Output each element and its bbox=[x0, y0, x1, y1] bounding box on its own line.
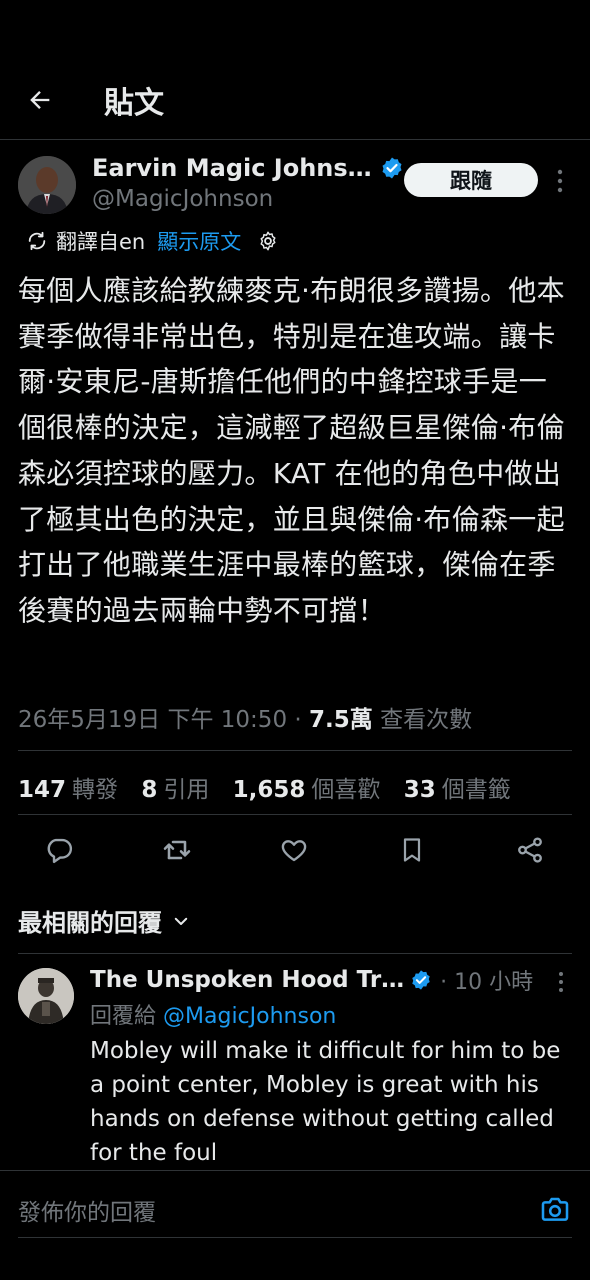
author-handle[interactable]: @MagicJohnson bbox=[92, 186, 273, 212]
top-bar: 貼文 bbox=[0, 60, 590, 140]
like-icon[interactable] bbox=[276, 832, 312, 868]
reply-author-name[interactable]: The Unspoken Hood Tr… bbox=[90, 967, 404, 993]
reply-to-prefix: 回覆給 bbox=[90, 1004, 157, 1029]
replies-sort-dropdown[interactable]: 最相關的回覆 bbox=[18, 903, 190, 938]
reply-composer: 發佈你的回覆 bbox=[0, 1170, 590, 1280]
follow-button[interactable]: 跟隨 bbox=[404, 163, 538, 197]
divider bbox=[18, 1237, 572, 1238]
replies-sort-label: 最相關的回覆 bbox=[18, 909, 162, 937]
repost-icon[interactable] bbox=[159, 832, 195, 868]
action-bar bbox=[0, 832, 590, 872]
translate-icon bbox=[28, 231, 46, 251]
reply-to-mention[interactable]: @MagicJohnson bbox=[163, 1004, 336, 1029]
views-count: 7.5萬 bbox=[309, 707, 373, 733]
divider bbox=[18, 750, 572, 751]
bookmarks-stat[interactable]: 33 個書籤 bbox=[404, 777, 511, 803]
translated-from-label: 翻譯自en bbox=[56, 230, 146, 254]
back-arrow-icon[interactable] bbox=[22, 82, 58, 118]
more-options-icon[interactable] bbox=[556, 968, 566, 996]
author-name-line: Earvin Magic Johns… bbox=[92, 154, 404, 182]
reply-time: · 10 小時 bbox=[440, 970, 534, 995]
likes-stat[interactable]: 1,658 個喜歡 bbox=[233, 777, 381, 803]
page-title: 貼文 bbox=[104, 86, 164, 121]
camera-icon[interactable] bbox=[538, 1193, 572, 1225]
share-icon[interactable] bbox=[512, 832, 548, 868]
avatar[interactable] bbox=[18, 156, 76, 214]
translation-bar: 翻譯自en 顯示原文 bbox=[26, 226, 279, 256]
tweet-timestamp[interactable]: 26年5月19日 下午 10:50 bbox=[18, 707, 287, 733]
bookmark-icon[interactable] bbox=[394, 832, 430, 868]
reposts-stat[interactable]: 147 轉發 bbox=[18, 777, 118, 803]
reply-input[interactable]: 發佈你的回覆 bbox=[18, 1193, 156, 1227]
gear-icon[interactable] bbox=[257, 230, 279, 252]
tweet-author: Earvin Magic Johns… @MagicJohnson 跟隨 bbox=[18, 152, 578, 222]
chevron-down-icon bbox=[174, 917, 188, 925]
author-name[interactable]: Earvin Magic Johns… bbox=[92, 154, 372, 182]
meta-separator: · bbox=[287, 707, 310, 733]
verified-badge-icon bbox=[412, 970, 430, 990]
tweet-text: 每個人應該給教練麥克·布朗很多讚揚。他本賽季做得非常出色，特別是在進攻端。讓卡爾… bbox=[18, 274, 565, 627]
reply-icon[interactable] bbox=[41, 832, 77, 868]
engagement-stats: 147 轉發 8 引用 1,658 個喜歡 33 個書籤 bbox=[18, 770, 527, 804]
more-options-icon[interactable] bbox=[554, 166, 566, 196]
verified-badge-icon bbox=[382, 157, 402, 179]
reply-to-line: 回覆給 @MagicJohnson bbox=[90, 998, 336, 1030]
divider bbox=[18, 953, 572, 954]
reply-item[interactable]: The Unspoken Hood Tr… · 10 小時 回覆給 @Magic… bbox=[18, 962, 574, 1172]
views-label: 查看次數 bbox=[380, 707, 473, 733]
quotes-stat[interactable]: 8 引用 bbox=[141, 777, 209, 803]
reply-header: The Unspoken Hood Tr… · 10 小時 bbox=[90, 964, 533, 996]
tweet-meta: 26年5月19日 下午 10:50 · 7.5萬 查看次數 bbox=[18, 700, 472, 734]
avatar[interactable] bbox=[18, 968, 74, 1024]
divider bbox=[18, 814, 572, 815]
show-original-link[interactable]: 顯示原文 bbox=[157, 226, 241, 256]
reply-text: Mobley will make it difficult for him to… bbox=[90, 1038, 561, 1166]
